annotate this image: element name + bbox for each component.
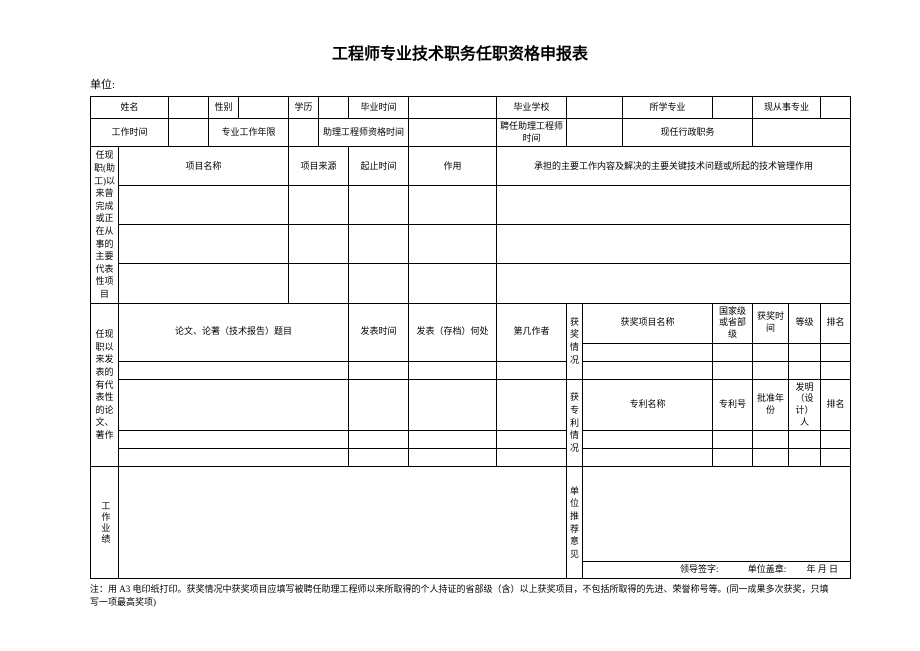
project-row[interactable] [119, 225, 289, 264]
paper-row[interactable] [119, 449, 349, 467]
awards-col-time: 获奖时间 [753, 303, 789, 343]
papers-side-label: 任现职以来发表的有代表性的论文、著作 [91, 303, 119, 467]
major-label: 所学专业 [623, 97, 713, 119]
grad-school-value[interactable] [567, 97, 623, 119]
footer-note: 注：用 A3 电印纸打印。获奖情况中获奖项目应填写被聘任助理工程师以来所取得的个… [90, 583, 830, 608]
projects-side-label: 任现职(助工)以来曾完成或正在从事的主要代表性项目 [91, 147, 119, 303]
name-value[interactable] [169, 97, 209, 119]
gender-value[interactable] [239, 97, 289, 119]
current-duty-label: 现任行政职务 [623, 119, 753, 147]
work-time-label: 工作时间 [91, 119, 169, 147]
assist-qual-time-label: 助理工程师资格时间 [319, 119, 409, 147]
paper-row[interactable] [119, 379, 349, 431]
edu-value[interactable] [319, 97, 349, 119]
perf-side-label: 工作业绩 [91, 467, 119, 579]
grad-school-label: 毕业学校 [497, 97, 567, 119]
current-major-label: 现从事专业 [753, 97, 821, 119]
patent-row[interactable] [583, 449, 713, 467]
current-major-value[interactable] [821, 97, 851, 119]
assist-appoint-time-value[interactable] [567, 119, 623, 147]
recommend-side-label: 单位推荐意见 [567, 467, 583, 579]
projects-col-end: 起止时间 [349, 147, 409, 186]
work-years-label: 专业工作年限 [209, 119, 289, 147]
patents-col-no: 专利号 [713, 379, 753, 431]
edu-label: 学历 [289, 97, 319, 119]
papers-col-author: 第几作者 [497, 303, 567, 361]
unit-label: 单位: [90, 76, 830, 92]
assist-qual-time-value[interactable] [409, 119, 497, 147]
projects-col-role: 作用 [409, 147, 497, 186]
projects-col-source: 项目来源 [289, 147, 349, 186]
award-row[interactable] [583, 361, 713, 379]
awards-col-name: 获奖项目名称 [583, 303, 713, 343]
patents-col-rank: 排名 [821, 379, 851, 431]
paper-row[interactable] [119, 431, 349, 449]
signature-line: 领导签字: 单位盖章: 年 月 日 [583, 562, 851, 579]
major-value[interactable] [713, 97, 753, 119]
awards-col-level: 国家级或省部级 [713, 303, 753, 343]
work-years-value[interactable] [289, 119, 319, 147]
project-row[interactable] [119, 264, 289, 303]
awards-side-label: 获奖情况 [567, 303, 583, 379]
papers-col-title: 论文、论著（技术报告）题目 [119, 303, 349, 361]
current-duty-value[interactable] [753, 119, 851, 147]
recommend-content[interactable] [583, 467, 851, 562]
awards-col-rank: 排名 [821, 303, 851, 343]
main-form-table: 姓名 性别 学历 毕业时间 毕业学校 所学专业 现从事专业 工作时间 专业工作年… [90, 96, 851, 579]
page-title: 工程师专业技术职务任职资格申报表 [90, 40, 830, 64]
name-label: 姓名 [91, 97, 169, 119]
patent-row[interactable] [583, 431, 713, 449]
patents-col-year: 批准年份 [753, 379, 789, 431]
patents-side-label: 获专利情况 [567, 379, 583, 467]
patents-col-inventor: 发明（设计）人 [789, 379, 821, 431]
papers-col-pub-place: 发表（存档）何处 [409, 303, 497, 361]
project-row[interactable] [119, 186, 289, 225]
projects-col-name: 项目名称 [119, 147, 289, 186]
award-row[interactable] [583, 343, 713, 361]
work-time-value[interactable] [169, 119, 209, 147]
grad-time-label: 毕业时间 [349, 97, 409, 119]
awards-col-grade: 等级 [789, 303, 821, 343]
gender-label: 性别 [209, 97, 239, 119]
perf-content[interactable] [119, 467, 567, 579]
patents-col-name: 专利名称 [583, 379, 713, 431]
grad-time-value[interactable] [409, 97, 497, 119]
papers-col-pub-time: 发表时间 [349, 303, 409, 361]
assist-appoint-time-label: 聘任助理工程师时间 [497, 119, 567, 147]
projects-col-desc: 承担的主要工作内容及解决的主要关键技术问题或所起的技术管理作用 [497, 147, 851, 186]
paper-row[interactable] [119, 361, 349, 379]
